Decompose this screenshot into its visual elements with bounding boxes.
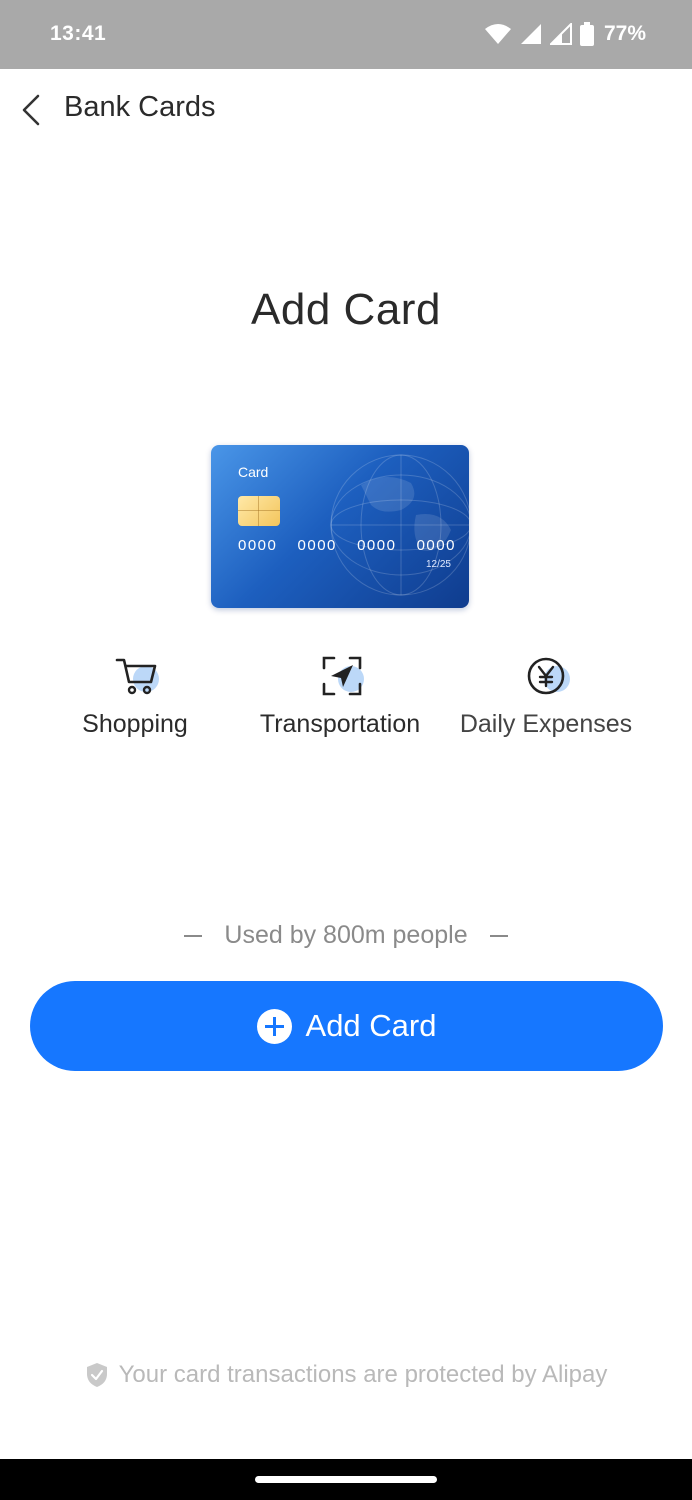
feature-shopping: Shopping (70, 652, 200, 739)
status-icons: 77% (484, 20, 646, 48)
battery-icon (579, 22, 594, 46)
card-number-group: 0000 (416, 537, 456, 554)
status-bar: 13:41 77% (0, 0, 692, 69)
home-indicator[interactable] (255, 1476, 437, 1483)
signal-secondary-icon (549, 23, 572, 45)
shopping-cart-icon (115, 658, 157, 695)
page-title: Add Card (251, 285, 441, 334)
feature-daily-expenses: Daily Expenses (448, 652, 644, 739)
feature-label: Daily Expenses (459, 710, 633, 738)
status-time: 13:41 (50, 22, 107, 45)
bank-cards-screen: 13:41 77% Bank Cards Add Card Card 0000 … (0, 0, 692, 1500)
feature-label: Shopping (82, 710, 188, 738)
usage-stat: Used by 800m people (0, 921, 692, 950)
transport-navigation-icon (322, 656, 362, 696)
signal-icon (520, 23, 542, 45)
back-icon[interactable] (18, 93, 46, 127)
bank-card-illustration: Card 0000 0000 0000 0000 12/25 (211, 445, 469, 608)
card-number-group: 0000 (357, 537, 397, 554)
wifi-icon (484, 23, 512, 45)
divider (184, 935, 203, 938)
card-chip-icon (238, 496, 280, 526)
shield-icon (86, 1363, 107, 1387)
add-card-button[interactable]: Add Card (30, 981, 663, 1071)
system-nav-bar (0, 1459, 692, 1500)
card-expiry: 12/25 (425, 559, 451, 570)
app-header: Bank Cards (0, 69, 692, 149)
yen-coin-icon (527, 657, 565, 695)
add-card-button-label: Add Card (305, 1008, 437, 1043)
protection-note: Your card transactions are protected by … (0, 1361, 692, 1389)
divider (489, 935, 508, 938)
header-title: Bank Cards (64, 91, 216, 123)
globe-pattern-icon (330, 454, 469, 596)
card-number-group: 0000 (297, 537, 337, 554)
battery-percent: 77% (603, 22, 646, 45)
protection-note-text: Your card transactions are protected by … (118, 1361, 608, 1388)
card-label: Card (238, 464, 269, 480)
card-number: 0000 0000 0000 0000 (238, 537, 456, 554)
feature-label: Transportation (259, 710, 421, 738)
card-number-group: 0000 (238, 537, 278, 554)
plus-circle-icon (256, 1008, 292, 1044)
usage-stat-text: Used by 800m people (224, 921, 468, 949)
feature-transportation: Transportation (245, 652, 435, 739)
